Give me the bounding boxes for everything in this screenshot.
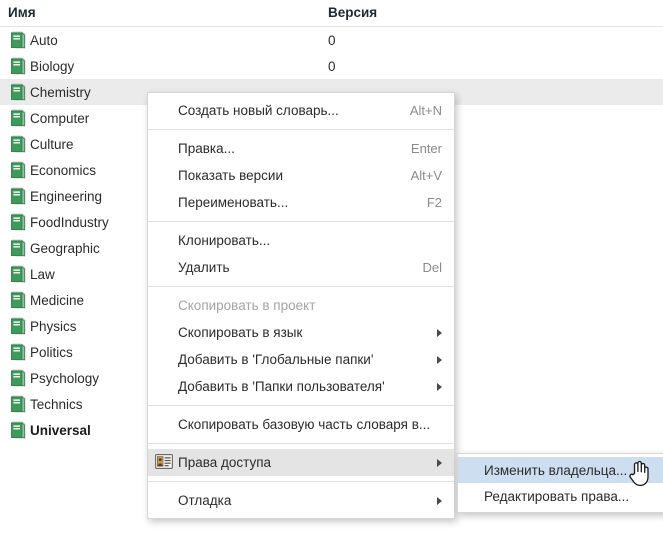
chevron-right-icon xyxy=(437,459,442,467)
book-icon xyxy=(10,187,27,205)
cell-dictionary-name: Geographic xyxy=(30,240,100,256)
table-header: Имя Версия xyxy=(0,0,663,27)
menu-separator xyxy=(148,481,454,482)
book-icon xyxy=(10,109,27,127)
menu-item-label: Переименовать... xyxy=(178,195,289,210)
book-icon xyxy=(10,213,27,231)
cell-dictionary-name: Auto xyxy=(30,32,58,48)
menu-separator xyxy=(148,443,454,444)
cell-dictionary-name: Chemistry xyxy=(30,84,91,100)
menu-separator xyxy=(148,286,454,287)
cell-dictionary-name: Economics xyxy=(30,162,97,178)
menu-separator xyxy=(148,129,454,130)
chevron-right-icon xyxy=(437,329,442,337)
menu-item-label: Изменить владельца... xyxy=(484,462,628,478)
menu-item-label: Добавить в 'Папки пользователя' xyxy=(178,379,385,394)
cell-dictionary-name: Law xyxy=(30,266,55,282)
menu-item-label: Скопировать в язык xyxy=(178,325,303,340)
access-rights-submenu[interactable]: Изменить владельца... Редактировать права… xyxy=(457,453,663,513)
menu-item[interactable]: Редактировать права... xyxy=(458,483,663,509)
menu-item-shortcut: Del xyxy=(422,260,442,275)
cell-dictionary-name: Psychology xyxy=(30,370,100,386)
menu-item[interactable]: Создать новый словарь... Alt+N xyxy=(148,97,454,124)
cell-dictionary-version: 0 xyxy=(328,32,336,48)
menu-item-shortcut: F2 xyxy=(426,195,442,210)
menu-item[interactable]: Добавить в 'Папки пользователя' xyxy=(148,373,454,400)
menu-item-label: Скопировать базовую часть словаря в... xyxy=(178,417,431,432)
menu-item-shortcut: Enter xyxy=(410,141,442,156)
cell-dictionary-name: Engineering xyxy=(30,188,103,204)
book-icon xyxy=(10,57,27,75)
menu-item[interactable]: Скопировать базовую часть словаря в... xyxy=(148,411,454,438)
cell-dictionary-version: 0 xyxy=(328,58,336,74)
menu-item-label: Клонировать... xyxy=(178,233,271,248)
book-icon xyxy=(10,265,27,283)
cell-dictionary-name: Computer xyxy=(30,110,90,126)
cell-dictionary-name: Culture xyxy=(30,136,74,152)
menu-item-label: Добавить в 'Глобальные папки' xyxy=(178,352,374,367)
cell-dictionary-name: Technics xyxy=(30,396,83,412)
menu-item-label: Отладка xyxy=(178,493,232,508)
chevron-right-icon xyxy=(437,383,442,391)
cell-dictionary-name: Politics xyxy=(30,344,73,360)
book-icon xyxy=(10,343,27,361)
cell-dictionary-name: Medicine xyxy=(30,292,85,308)
book-icon xyxy=(10,395,27,413)
book-icon xyxy=(10,31,27,49)
menu-item[interactable]: Права доступа xyxy=(148,449,454,476)
menu-item[interactable]: Скопировать в язык xyxy=(148,319,454,346)
book-icon xyxy=(10,291,27,309)
menu-item: Скопировать в проект xyxy=(148,292,454,319)
menu-item[interactable]: Удалить Del xyxy=(148,254,454,281)
book-icon xyxy=(10,161,27,179)
menu-item-label: Правка... xyxy=(178,141,235,156)
chevron-right-icon xyxy=(437,497,442,505)
menu-item-label: Удалить xyxy=(178,260,230,275)
menu-item-label: Права доступа xyxy=(178,455,272,470)
column-header-version[interactable]: Версия xyxy=(328,5,377,20)
id-card-icon xyxy=(155,454,173,469)
cell-dictionary-name: FoodIndustry xyxy=(30,214,109,230)
menu-item[interactable]: Правка... Enter xyxy=(148,135,454,162)
book-icon xyxy=(10,317,27,335)
menu-item-label: Показать версии xyxy=(178,168,284,183)
book-icon xyxy=(10,369,27,387)
menu-item[interactable]: Добавить в 'Глобальные папки' xyxy=(148,346,454,373)
menu-item[interactable]: Клонировать... xyxy=(148,227,454,254)
menu-item-label: Создать новый словарь... xyxy=(178,103,339,118)
cell-dictionary-name: Biology xyxy=(30,58,75,74)
cell-dictionary-name: Physics xyxy=(30,318,77,334)
chevron-right-icon xyxy=(437,356,442,364)
book-icon xyxy=(10,421,27,439)
menu-item-shortcut: Alt+N xyxy=(409,103,442,118)
menu-item[interactable]: Изменить владельца... xyxy=(458,457,663,483)
context-menu[interactable]: Создать новый словарь... Alt+N Правка... En… xyxy=(147,92,455,519)
cell-dictionary-name: Universal xyxy=(30,422,91,438)
menu-item[interactable]: Отладка xyxy=(148,487,454,514)
menu-item-shortcut: Alt+V xyxy=(410,168,442,183)
menu-item-label: Редактировать права... xyxy=(484,488,630,504)
column-header-name[interactable]: Имя xyxy=(8,5,36,20)
menu-separator xyxy=(148,221,454,222)
menu-separator xyxy=(148,405,454,406)
menu-item-label: Скопировать в проект xyxy=(178,298,316,313)
table-row[interactable]: Biology 0 xyxy=(0,53,663,79)
table-row[interactable]: Auto 0 xyxy=(0,27,663,53)
menu-item[interactable]: Показать версии Alt+V xyxy=(148,162,454,189)
book-icon xyxy=(10,83,27,101)
book-icon xyxy=(10,239,27,257)
book-icon xyxy=(10,135,27,153)
menu-item[interactable]: Переименовать... F2 xyxy=(148,189,454,216)
